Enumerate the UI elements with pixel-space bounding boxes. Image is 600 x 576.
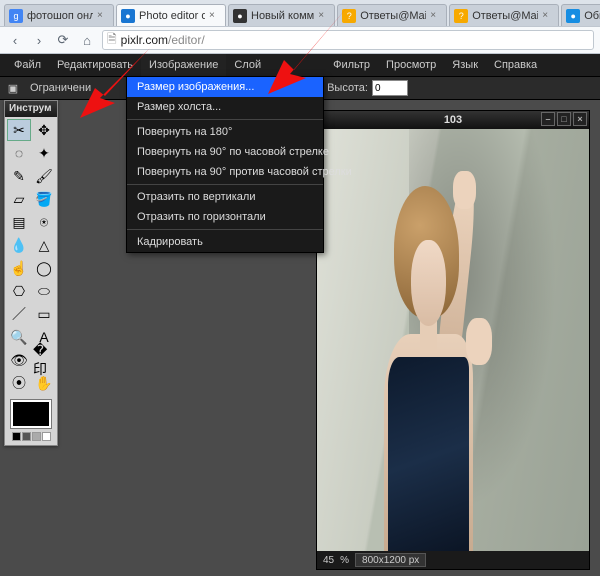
tab-favicon: ● <box>566 9 580 23</box>
menu-item-rotate-90-cw[interactable]: Повернуть на 90° по часовой стрелке <box>127 142 323 162</box>
close-icon[interactable]: × <box>209 10 219 21</box>
document-statusbar: 45 % 800x1200 px <box>317 551 589 569</box>
menu-separator <box>127 184 323 185</box>
toolbox-panel[interactable]: Инструм ✂ ✥ ◌ ✦ ✎ 🖌 ▱ 🪣 ▤ ⍟ 💧 △ ☝ ◯ ⎔ ⬭ … <box>4 100 58 446</box>
browser-tab[interactable]: ● Photo editor on × <box>116 4 226 26</box>
zoom-value: 45 <box>323 555 334 566</box>
tab-title: Ответы@Mail <box>472 10 538 22</box>
tool-brush[interactable]: 🖌 <box>32 165 56 187</box>
menu-view[interactable]: Просмотр <box>378 54 444 76</box>
image-menu-dropdown: Размер изображения... Размер холста... П… <box>126 76 324 253</box>
menu-item-flip-horizontal[interactable]: Отразить по горизонтали <box>127 207 323 227</box>
menu-item-canvas-size[interactable]: Размер холста... <box>127 97 323 117</box>
canvas-dimensions: 800x1200 px <box>355 553 426 567</box>
tab-title: Ответы@Mail <box>360 10 426 22</box>
close-icon[interactable]: × <box>573 112 587 126</box>
swatch-mini[interactable] <box>42 432 51 441</box>
browser-tab[interactable]: ● Общий ф <box>561 4 600 26</box>
tool-drop[interactable]: ⎔ <box>7 280 31 302</box>
tab-title: Общий ф <box>584 10 600 22</box>
tool-rect[interactable]: ▭ <box>32 303 56 325</box>
crop-icon: ▣ <box>4 79 22 97</box>
tool-smudge[interactable]: ☝ <box>7 257 31 279</box>
browser-tab[interactable]: ? Ответы@Mail × <box>337 4 447 26</box>
photo-content <box>317 129 589 551</box>
foreground-color[interactable] <box>11 400 51 428</box>
tab-title: Photo editor on <box>139 10 205 22</box>
tool-stamp[interactable]: �印 <box>32 349 56 371</box>
menu-language[interactable]: Язык <box>444 54 486 76</box>
canvas-area[interactable] <box>317 129 589 551</box>
tool-eraser[interactable]: ▱ <box>7 188 31 210</box>
zoom-pct: % <box>340 555 349 566</box>
menu-item-crop[interactable]: Кадрировать <box>127 232 323 252</box>
tool-grid: ✂ ✥ ◌ ✦ ✎ 🖌 ▱ 🪣 ▤ ⍟ 💧 △ ☝ ◯ ⎔ ⬭ ／ ▭ 🔍 A … <box>5 117 57 396</box>
tool-crop[interactable]: ✂ <box>7 119 31 141</box>
tool-blur[interactable]: 💧 <box>7 234 31 256</box>
tool-lasso[interactable]: ◌ <box>7 142 31 164</box>
menu-image[interactable]: Изображение <box>141 54 226 76</box>
document-window[interactable]: 103 – □ × 45 % 800x1200 px <box>316 110 590 570</box>
tab-title: фотошоп онл <box>27 10 93 22</box>
url-host: pixlr.com <box>121 33 168 47</box>
document-titlebar[interactable]: 103 – □ × <box>317 111 589 129</box>
minimize-icon[interactable]: – <box>541 112 555 126</box>
tool-zoom[interactable]: 🔍 <box>7 326 31 348</box>
annotation-arrow-icon <box>60 48 150 118</box>
browser-tab[interactable]: ? Ответы@Mail × <box>449 4 559 26</box>
tool-redeye[interactable]: 👁 <box>7 349 31 371</box>
url-path: /editor/ <box>168 33 205 47</box>
browser-tab[interactable]: g фотошоп онл × <box>4 4 114 26</box>
swatch-mini[interactable] <box>32 432 41 441</box>
menu-item-rotate-180[interactable]: Повернуть на 180° <box>127 122 323 142</box>
color-swatches[interactable] <box>5 396 57 445</box>
menu-separator <box>127 229 323 230</box>
tool-picker[interactable]: ⦿ <box>7 372 31 394</box>
tab-favicon: g <box>9 9 23 23</box>
maximize-icon[interactable]: □ <box>557 112 571 126</box>
menu-separator <box>127 119 323 120</box>
menu-item-rotate-90-ccw[interactable]: Повернуть на 90° против часовой стрелки <box>127 162 323 182</box>
tool-wand[interactable]: ✦ <box>32 142 56 164</box>
tool-clone[interactable]: ⍟ <box>32 211 56 233</box>
tool-move[interactable]: ✥ <box>32 119 56 141</box>
reload-button[interactable]: ⟳ <box>54 31 72 49</box>
swatch-mini[interactable] <box>22 432 31 441</box>
tab-favicon: ● <box>233 9 247 23</box>
menu-help[interactable]: Справка <box>486 54 545 76</box>
tab-favicon: ? <box>454 9 468 23</box>
tool-sponge[interactable]: ◯ <box>32 257 56 279</box>
forward-button[interactable]: › <box>30 31 48 49</box>
close-icon[interactable]: × <box>542 10 552 21</box>
close-icon[interactable]: × <box>430 10 440 21</box>
back-button[interactable]: ‹ <box>6 31 24 49</box>
tool-pencil[interactable]: ✎ <box>7 165 31 187</box>
height-input[interactable] <box>372 80 408 96</box>
tool-gradient[interactable]: ▤ <box>7 211 31 233</box>
tool-hand[interactable]: ✋ <box>32 372 56 394</box>
tool-paint[interactable]: 🪣 <box>32 188 56 210</box>
annotation-arrow-icon <box>250 4 350 94</box>
document-title: 103 <box>444 114 462 126</box>
close-icon[interactable]: × <box>97 10 107 21</box>
home-button[interactable]: ⌂ <box>78 31 96 49</box>
swatch-mini[interactable] <box>12 432 21 441</box>
toolbox-title: Инструм <box>5 101 57 117</box>
tool-sharpen[interactable]: △ <box>32 234 56 256</box>
menu-item-flip-vertical[interactable]: Отразить по вертикали <box>127 187 323 207</box>
tool-shape[interactable]: ⬭ <box>32 280 56 302</box>
tool-line[interactable]: ／ <box>7 303 31 325</box>
tab-favicon: ● <box>121 9 135 23</box>
menu-file[interactable]: Файл <box>6 54 49 76</box>
